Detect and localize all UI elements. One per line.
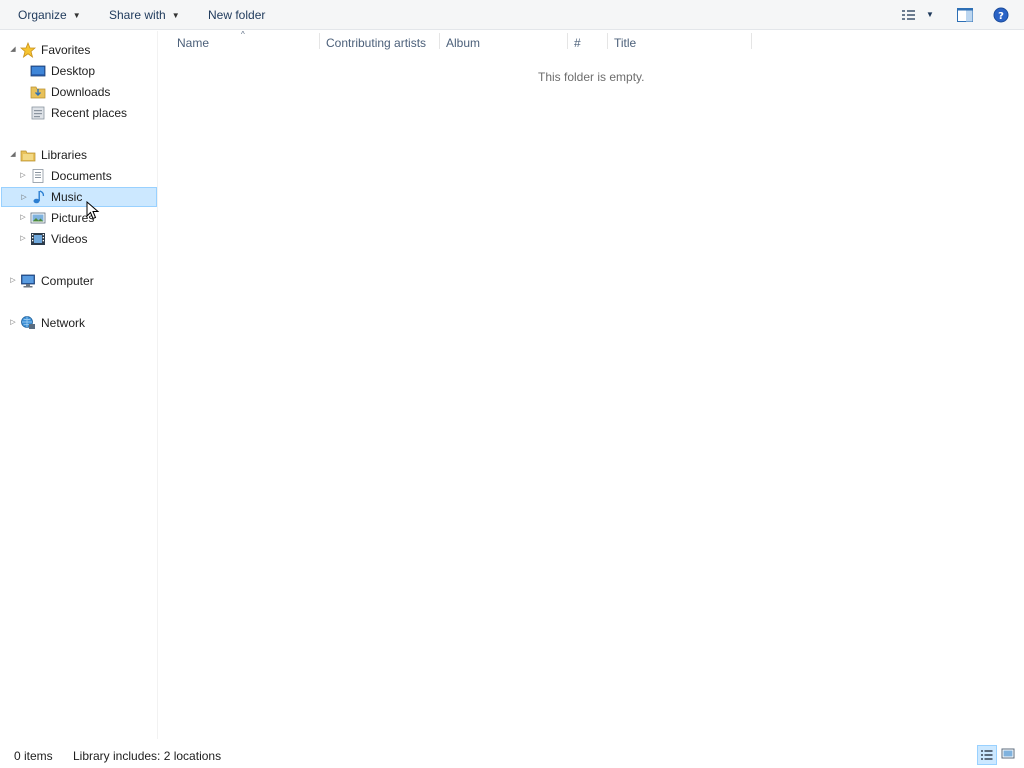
large-icons-view-button[interactable] [999, 745, 1019, 765]
nav-item-pictures[interactable]: ▷ Pictures [0, 208, 157, 228]
downloads-folder-icon [30, 84, 46, 100]
nav-libraries[interactable]: ◢ Libraries [0, 145, 157, 165]
chevron-down-icon: ▼ [926, 10, 934, 19]
nav-libraries-label: Libraries [41, 148, 88, 162]
nav-item-label: Downloads [51, 85, 111, 99]
details-view-icon [981, 750, 993, 760]
item-count: 0 items [14, 749, 53, 763]
nav-item-label: Desktop [51, 64, 96, 78]
column-header-album[interactable]: Album [446, 31, 480, 55]
nav-computer[interactable]: ▷ Computer [0, 271, 157, 291]
documents-icon [30, 168, 46, 184]
collapsed-arrow-icon[interactable]: ▷ [19, 229, 27, 249]
nav-item-label: Music [51, 190, 83, 204]
column-divider[interactable] [319, 33, 320, 49]
nav-item-desktop[interactable]: Desktop [0, 61, 157, 81]
computer-icon [20, 273, 36, 289]
collapsed-arrow-icon[interactable]: ▷ [19, 166, 27, 186]
star-icon [19, 41, 37, 58]
nav-item-videos[interactable]: ▷ Videos [0, 229, 157, 249]
nav-item-downloads[interactable]: Downloads [0, 82, 157, 102]
pictures-icon [30, 210, 46, 226]
nav-item-label: Recent places [51, 106, 128, 120]
expanded-arrow-icon[interactable]: ◢ [9, 40, 17, 60]
collapsed-arrow-icon[interactable]: ▷ [19, 208, 27, 228]
chevron-down-icon: ▼ [171, 11, 180, 20]
new-folder-button[interactable]: New folder [208, 0, 265, 30]
sort-ascending-icon: ^ [241, 30, 245, 39]
nav-network[interactable]: ▷ Network [0, 313, 157, 333]
collapsed-arrow-icon[interactable]: ▷ [20, 188, 28, 208]
large-icons-view-icon [1001, 748, 1015, 759]
mouse-cursor-icon [86, 200, 100, 221]
library-info: Library includes: 2 locations [73, 749, 222, 763]
share-with-label: Share with [109, 8, 166, 22]
desktop-icon [30, 63, 46, 79]
column-divider[interactable] [751, 33, 752, 49]
column-header-title[interactable]: Title [614, 31, 636, 55]
network-icon [20, 315, 36, 331]
new-folder-label: New folder [208, 8, 266, 22]
empty-folder-message: This folder is empty. [538, 70, 645, 84]
preview-pane-icon[interactable] [956, 6, 974, 24]
music-note-icon [31, 189, 47, 205]
collapsed-arrow-icon[interactable]: ▷ [9, 313, 17, 333]
nav-item-documents[interactable]: ▷ Documents [0, 166, 157, 186]
nav-computer-label: Computer [41, 274, 94, 288]
column-divider[interactable] [567, 33, 568, 49]
view-options-dropdown[interactable]: ▼ [926, 0, 934, 30]
nav-favorites-label: Favorites [41, 43, 91, 57]
details-view-button[interactable] [977, 745, 997, 765]
organize-label: Organize [18, 8, 67, 22]
nav-item-label: Documents [51, 169, 112, 183]
videos-icon [30, 231, 46, 247]
status-bar: 0 items Library includes: 2 locations [0, 742, 1024, 768]
column-header-contributing-artists[interactable]: Contributing artists [326, 31, 426, 55]
expanded-arrow-icon[interactable]: ◢ [9, 145, 17, 165]
collapsed-arrow-icon[interactable]: ▷ [9, 271, 17, 291]
nav-item-recent-places[interactable]: Recent places [0, 103, 157, 123]
libraries-icon [20, 147, 36, 163]
help-icon[interactable]: ? [992, 6, 1010, 24]
nav-item-music[interactable]: ▷ Music [1, 187, 157, 207]
chevron-down-icon: ▼ [72, 11, 81, 20]
share-with-button[interactable]: Share with ▼ [109, 0, 180, 30]
navigation-pane: ◢ Favorites Desktop Downloads Recent pla… [0, 31, 158, 739]
nav-network-label: Network [41, 316, 86, 330]
nav-item-label: Videos [51, 232, 88, 246]
column-header-track-number[interactable]: # [574, 31, 581, 55]
recent-places-icon [30, 105, 46, 121]
column-divider[interactable] [439, 33, 440, 49]
column-divider[interactable] [607, 33, 608, 49]
svg-text:?: ? [998, 11, 1004, 22]
column-header-name[interactable]: Name [177, 31, 209, 55]
organize-button[interactable]: Organize ▼ [18, 0, 81, 30]
view-options-icon[interactable] [900, 6, 918, 24]
command-bar: Organize ▼ Share with ▼ New folder ▼ ? [0, 0, 1024, 30]
nav-favorites[interactable]: ◢ Favorites [0, 40, 157, 60]
